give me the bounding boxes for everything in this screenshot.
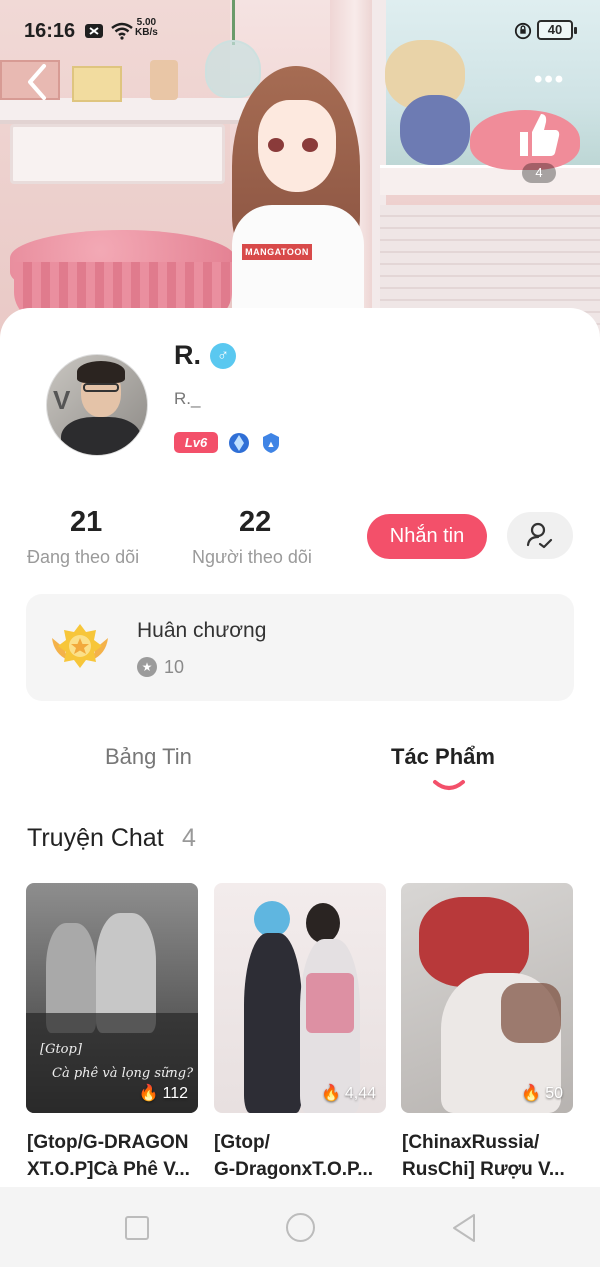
flame-icon: 🔥	[521, 1085, 542, 1102]
profile-name: R.	[174, 340, 201, 370]
work-cover-1[interactable]: [Gtop] Cà phê và lọng sững? 🔥 112	[26, 883, 198, 1113]
follow-button[interactable]	[507, 512, 573, 559]
tab-active-indicator	[433, 780, 465, 790]
work-title-3[interactable]: [ChinaxRussia/ RusChi] Rượu V...	[402, 1129, 565, 1183]
diamond-badge-icon[interactable]	[228, 432, 250, 454]
medal-count: 10	[164, 657, 185, 677]
back-arrow-icon[interactable]	[22, 62, 52, 102]
status-bar: 16:16 5.00 KB/s 40	[0, 0, 600, 60]
work-cover-2[interactable]: 🔥 4,44	[214, 883, 386, 1113]
work-cover-3[interactable]: 🔥 50	[401, 883, 573, 1113]
avatar[interactable]: V	[46, 354, 148, 456]
work-1-count: 112	[162, 1085, 188, 1102]
status-time: 16:16	[24, 20, 76, 42]
message-button[interactable]: Nhắn tin	[367, 514, 487, 559]
level-badge-icon[interactable]: Lv6	[174, 432, 218, 453]
star-icon: ★	[137, 657, 157, 677]
mangatoon-shirt-logo: MANGATOON	[242, 244, 312, 260]
work-title-1[interactable]: [Gtop/G-DRAGON XT.O.P]Cà Phê V...	[27, 1129, 190, 1183]
svg-text:▲: ▲	[267, 439, 276, 449]
section-count: 4	[182, 824, 196, 852]
nav-home-icon[interactable]	[286, 1213, 315, 1242]
flame-icon: 🔥	[320, 1085, 341, 1102]
following-label[interactable]: Đang theo dõi	[27, 547, 139, 568]
work-1-cover-caption: [Gtop]	[40, 1042, 82, 1057]
rotation-lock-icon	[514, 22, 532, 40]
section-title: Truyện Chat	[27, 824, 164, 852]
follow-user-icon	[526, 522, 553, 549]
thumbs-up-icon[interactable]	[514, 110, 562, 160]
profile-screen: MANGATOON 16:16 5.00 KB/s 40 ••• 4 V R. …	[0, 0, 600, 1267]
followers-label[interactable]: Người theo dõi	[192, 547, 312, 568]
work-2-count: 4,44	[344, 1085, 376, 1102]
following-count[interactable]: 21	[70, 506, 102, 539]
medal-icon	[52, 624, 108, 668]
profile-handle: R._	[174, 389, 201, 408]
notification-icon	[85, 24, 103, 38]
wifi-icon	[111, 22, 133, 40]
nav-back-icon[interactable]	[451, 1213, 477, 1243]
battery-indicator: 40	[537, 20, 577, 40]
shield-badge-icon[interactable]: ▲	[262, 432, 280, 454]
more-dots-icon[interactable]: •••	[534, 68, 574, 92]
network-speed: 5.00 KB/s	[135, 17, 158, 38]
medal-title: Huân chương	[137, 619, 267, 642]
gender-male-icon: ♂	[210, 343, 236, 369]
flame-icon: 🔥	[138, 1085, 159, 1102]
tab-works[interactable]: Tác Phẩm	[391, 744, 495, 770]
tab-feed[interactable]: Bảng Tin	[105, 744, 192, 770]
work-title-2[interactable]: [Gtop/ G-DragonxT.O.P...	[214, 1129, 373, 1183]
work-3-count: 50	[545, 1085, 563, 1102]
followers-count[interactable]: 22	[239, 506, 271, 539]
nav-recents-icon[interactable]	[125, 1216, 149, 1240]
like-count: 4	[522, 163, 556, 183]
